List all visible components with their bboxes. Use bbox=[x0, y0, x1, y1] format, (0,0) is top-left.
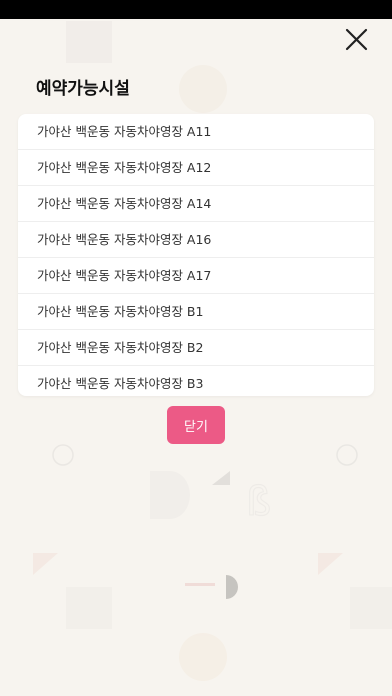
facility-item[interactable]: 가야산 백운동 자동차야영장 A14 bbox=[18, 186, 374, 222]
close-button[interactable] bbox=[340, 24, 372, 56]
status-bar bbox=[0, 0, 392, 19]
facility-item[interactable]: 가야산 백운동 자동차야영장 A16 bbox=[18, 222, 374, 258]
close-icon bbox=[345, 28, 368, 51]
dialog-title: 예약가능시설 bbox=[36, 79, 130, 99]
facility-item[interactable]: 가야산 백운동 자동차야영장 A12 bbox=[18, 150, 374, 186]
facility-item[interactable]: 가야산 백운동 자동차야영장 A17 bbox=[18, 258, 374, 294]
facility-item[interactable]: 가야산 백운동 자동차야영장 A11 bbox=[18, 114, 374, 150]
facility-item[interactable]: 가야산 백운동 자동차야영장 B2 bbox=[18, 330, 374, 366]
facility-item[interactable]: 가야산 백운동 자동차야영장 B3 bbox=[18, 366, 374, 396]
facility-list[interactable]: 가야산 백운동 자동차야영장 A11 가야산 백운동 자동차야영장 A12 가야… bbox=[18, 114, 374, 396]
close-dialog-button[interactable]: 닫기 bbox=[167, 406, 225, 444]
facility-item[interactable]: 가야산 백운동 자동차야영장 B1 bbox=[18, 294, 374, 330]
